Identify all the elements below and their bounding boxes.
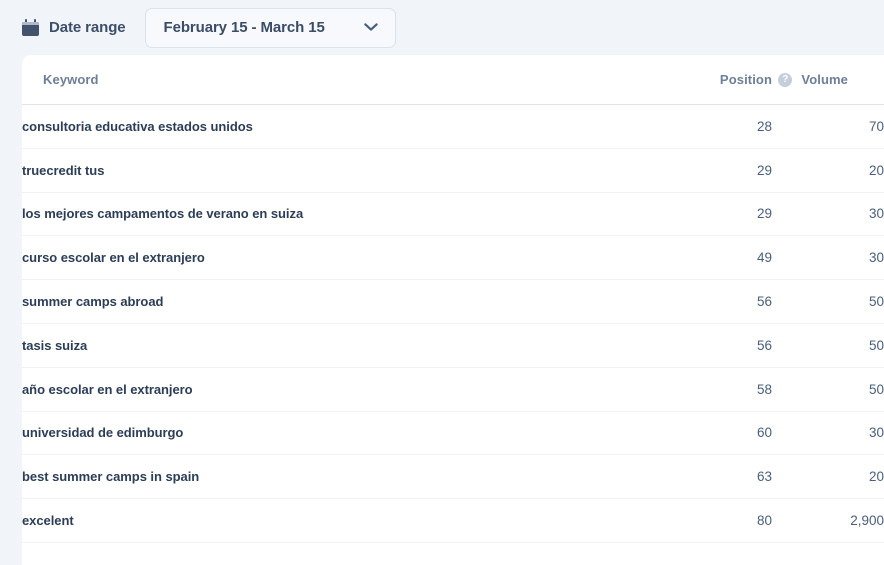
date-range-label-group: Date range	[22, 19, 126, 36]
cell-position: 29	[756, 206, 772, 222]
column-header-keyword[interactable]: Keyword	[22, 55, 662, 105]
cell-volume: 70	[868, 118, 884, 134]
cell-keyword[interactable]: curso escolar en el extranjero	[22, 236, 662, 280]
table-row[interactable]: año escolar en el extranjero 58 50	[22, 367, 884, 412]
table-row[interactable]: los mejores campamentos de verano en sui…	[22, 192, 884, 236]
cell-volume: 20	[868, 162, 884, 178]
column-header-volume[interactable]: ? Volume	[772, 55, 884, 105]
cell-keyword[interactable]: consultoria educativa estados unidos	[22, 105, 662, 149]
table-row[interactable]: tasis suiza 56 50	[22, 323, 884, 368]
date-range-select[interactable]: February 15 - March 15	[144, 7, 396, 48]
cell-position: 80	[756, 513, 772, 529]
cell-keyword[interactable]: best summer camps in spain	[22, 455, 662, 499]
cell-keyword[interactable]: truecredit tus	[22, 148, 662, 192]
cell-keyword[interactable]: los mejores campamentos de verano en sui…	[22, 192, 662, 236]
column-header-position[interactable]: Position	[662, 55, 772, 105]
cell-position: 56	[756, 294, 772, 310]
cell-keyword[interactable]: tasis suiza	[22, 323, 662, 367]
cell-volume: 20	[868, 469, 884, 485]
table-row[interactable]: consultoria educativa estados unidos 28 …	[22, 105, 884, 149]
column-header-volume-label: Volume	[801, 72, 848, 87]
cell-keyword[interactable]: universidad de edimburgo	[22, 411, 662, 455]
cell-keyword[interactable]: summer camps abroad	[22, 280, 662, 324]
cell-volume: 50	[868, 381, 884, 397]
page-root: Date range February 15 - March 15 Keywor…	[0, 0, 884, 565]
table-row[interactable]: truecredit tus 29 20	[22, 148, 884, 193]
keywords-card: Keyword Position ? Volume consultoria ed…	[22, 55, 884, 565]
cell-volume: 50	[868, 294, 884, 310]
cell-position: 63	[756, 469, 772, 485]
cell-position: 56	[756, 337, 772, 353]
table-header-row: Keyword Position ? Volume	[22, 55, 884, 105]
date-range-toolbar: Date range February 15 - March 15	[0, 0, 884, 55]
table-header: Keyword Position ? Volume	[22, 55, 884, 105]
cell-volume: 2,900	[850, 513, 884, 529]
calendar-icon-header-band	[22, 22, 39, 25]
cell-position: 29	[756, 162, 772, 178]
date-range-label: Date range	[49, 19, 126, 36]
cell-volume: 30	[868, 425, 884, 441]
cell-position: 49	[756, 250, 772, 266]
table-row[interactable]: curso escolar en el extranjero 49 30	[22, 236, 884, 280]
chevron-down-icon	[363, 23, 378, 31]
help-icon[interactable]: ?	[778, 72, 793, 87]
calendar-icon	[22, 19, 39, 36]
cell-position: 58	[756, 381, 772, 397]
cell-position: 60	[756, 425, 772, 441]
column-header-volume-inner: ? Volume	[772, 72, 848, 87]
cell-volume: 30	[868, 250, 884, 266]
cell-keyword[interactable]: año escolar en el extranjero	[22, 367, 662, 411]
cell-position: 28	[756, 118, 772, 134]
table-row[interactable]: excelent 80 2,900	[22, 499, 884, 543]
cell-volume: 50	[868, 337, 884, 353]
date-range-value: February 15 - March 15	[163, 19, 325, 36]
table-row[interactable]: universidad de edimburgo 60 30	[22, 411, 884, 455]
table-row[interactable]: best summer camps in spain 63 20	[22, 455, 884, 499]
table-row[interactable]: summer camps abroad 56 50	[22, 280, 884, 324]
table-body: consultoria educativa estados unidos 28 …	[22, 105, 884, 543]
cell-keyword[interactable]: excelent	[22, 499, 662, 543]
cell-volume: 30	[868, 206, 884, 222]
keywords-table: Keyword Position ? Volume consultoria ed…	[22, 55, 884, 543]
